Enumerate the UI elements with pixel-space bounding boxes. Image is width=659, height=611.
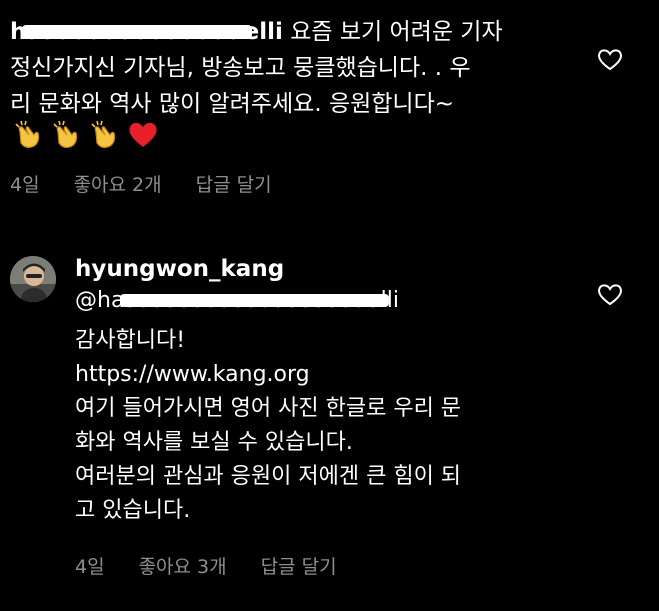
comment-2-time: 4일 [75, 556, 105, 578]
comment-1-username[interactable]: haaaaaaaaaaaaaaelli [10, 19, 283, 45]
clapping-hands-icon [91, 120, 116, 149]
comment-1-reply-button[interactable]: 답글 달기 [196, 170, 272, 197]
redaction-bar: aaaaaaaaaaaaaa [26, 19, 244, 45]
like-heart-icon[interactable] [596, 46, 624, 72]
comment-2-line-4: 화와 역사를 보실 수 있습니다. [75, 430, 353, 455]
comment-2-text: 감사합니다! https://www.kang.org 여기 들어가시면 영어 … [75, 324, 555, 528]
comment-2-line-1: 감사합니다! [75, 328, 186, 353]
comment-1-meta: 4일 좋아요 2개 답글 달기 [10, 170, 272, 197]
avatar-photo [10, 256, 56, 302]
comment-1-text: haaaaaaaaaaaaaaelli 요즘 보기 어려운 기자 정신가지신 기… [10, 14, 570, 122]
comment-2-line-3: 여기 들어가시면 영어 사진 한글로 우리 문 [75, 396, 462, 421]
comment-1-line-2: 정신가지신 기자님, 방송보고 뭉클했습니다. . 우 [10, 55, 471, 81]
clapping-hands-icon [15, 120, 40, 149]
comment-2-line-6: 고 있습니다. [75, 498, 191, 523]
red-heart-icon [129, 122, 157, 147]
clapping-hands-icon [53, 120, 78, 149]
emoji-row [12, 118, 160, 150]
redaction-bar: aaaaaaaaaaaaaaaaaaa [124, 288, 381, 313]
comment-2-username[interactable]: hyungwon_kang [75, 256, 284, 282]
comment-1-time: 4일 [10, 174, 40, 196]
comment-1-line-3: 리 문화와 역사 많이 알려주세요. 응원합니다~ [10, 91, 455, 117]
comment-2-meta: 4일 좋아요 3개 답글 달기 [75, 552, 337, 579]
comment-2-link[interactable]: https://www.kang.org [75, 358, 555, 392]
comment-2-mention[interactable]: @haaaaaaaaaaaaaaaaaaaalli [75, 288, 399, 313]
comment-2-reply-button[interactable]: 답글 달기 [261, 552, 337, 579]
comment-2-likes[interactable]: 좋아요 3개 [139, 552, 227, 579]
comment-2-line-5: 여러분의 관심과 응원이 저에겐 큰 힘이 되 [75, 464, 462, 489]
like-heart-icon[interactable] [596, 281, 624, 307]
comment-1-line-1: 요즘 보기 어려운 기자 [290, 19, 503, 45]
comment-1-likes[interactable]: 좋아요 2개 [74, 170, 162, 197]
avatar[interactable] [10, 256, 56, 302]
